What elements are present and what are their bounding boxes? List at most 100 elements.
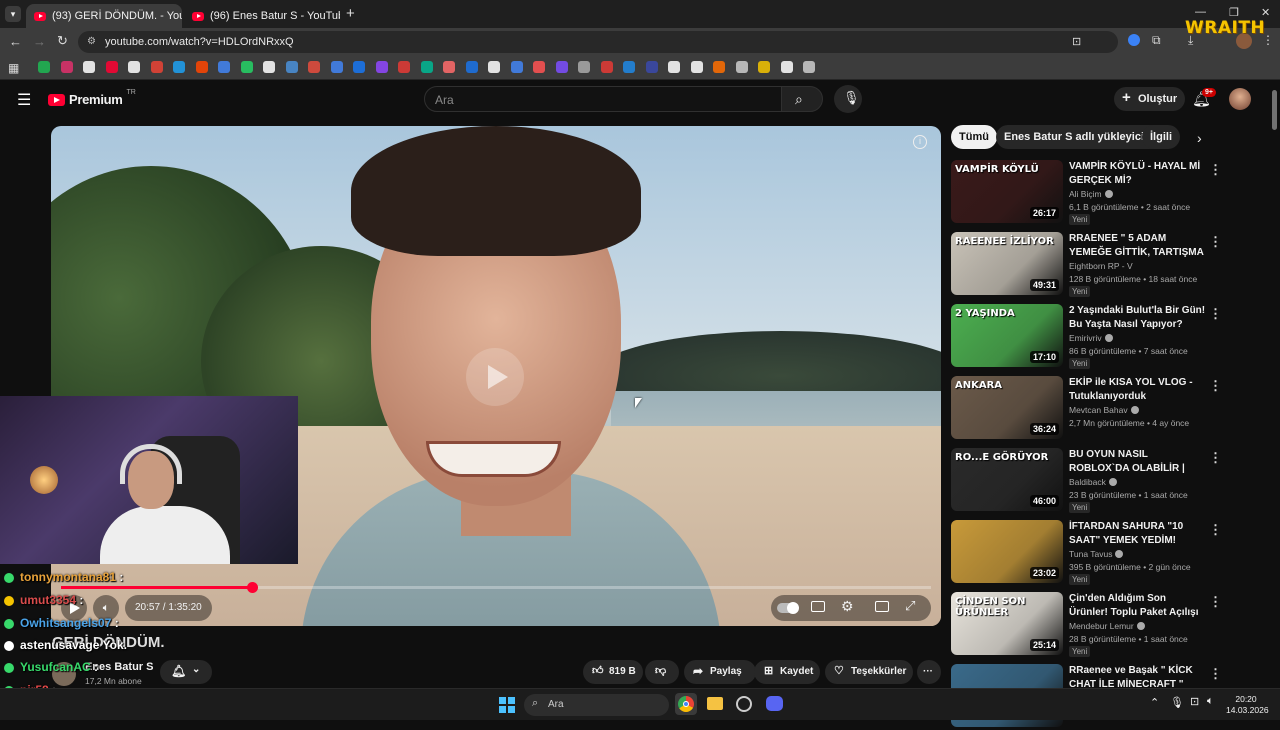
bookmark-favicon-icon[interactable]: [420, 61, 433, 73]
related-video-title[interactable]: RRAENEE " 5 ADAM YEMEĞE GİTTİK, TARTIŞMA…: [1069, 232, 1207, 260]
bookmark-favicon-icon[interactable]: [533, 61, 545, 73]
chip-related[interactable]: İlgili: [1142, 125, 1180, 149]
related-video-title[interactable]: VAMPİR KÖYLÜ - HAYAL Mİ GERÇEK Mİ?: [1069, 160, 1207, 187]
address-bar[interactable]: ⚙ youtube.com/watch?v=HDLOrdNRxxQ ⊡: [78, 31, 1118, 53]
search-input[interactable]: Ara: [424, 86, 782, 112]
bookmark-favicon-icon[interactable]: [735, 61, 748, 73]
more-vert-icon[interactable]: ⋮: [1209, 450, 1222, 466]
bookmark-favicon-icon[interactable]: [555, 61, 568, 73]
tray-chevron-icon[interactable]: ⌃: [1150, 696, 1159, 709]
miniplayer-icon[interactable]: [875, 601, 889, 612]
back-icon[interactable]: ←: [9, 34, 22, 49]
extension-icon[interactable]: [1128, 34, 1140, 46]
search-button[interactable]: ⌕: [781, 86, 823, 112]
bookmark-favicon-icon[interactable]: [758, 61, 770, 73]
forward-icon[interactable]: →: [33, 34, 46, 49]
bookmark-favicon-icon[interactable]: [600, 61, 613, 73]
more-vert-icon[interactable]: ⋮: [1209, 306, 1222, 322]
share-button[interactable]: ➦ Paylaş: [684, 660, 756, 684]
bookmark-favicon-icon[interactable]: [465, 61, 478, 73]
like-button[interactable]: 👍︎ 819 B: [583, 660, 643, 684]
more-actions-button[interactable]: ···: [917, 660, 941, 684]
tray-network-icon[interactable]: ⊡: [1190, 695, 1199, 708]
more-vert-icon[interactable]: ⋮: [1209, 378, 1222, 394]
related-video-title[interactable]: BU OYUN NASIL ROBLOX`DA OLABİLİR | Mulbe…: [1069, 448, 1207, 476]
windows-start-icon[interactable]: [499, 697, 515, 713]
dislike-button[interactable]: 👎︎: [645, 660, 679, 684]
page-scrollbar[interactable]: [1272, 90, 1277, 130]
bookmark-favicon-icon[interactable]: [60, 61, 73, 73]
related-video-title[interactable]: İFTARDAN SAHURA "10 SAAT" YEMEK YEDİM!: [1069, 520, 1207, 547]
settings-gear-icon[interactable]: ⚙: [841, 598, 854, 615]
browser-tab-active[interactable]: (93) GERİ DÖNDÜM. - YouTube ✕: [26, 4, 182, 28]
related-video-channel[interactable]: Tuna Tavus: [1069, 549, 1124, 559]
tab-search-icon[interactable]: ▾: [5, 6, 21, 22]
video-thumbnail[interactable]: 23:02: [951, 520, 1063, 583]
more-vert-icon[interactable]: ⋮: [1209, 666, 1222, 682]
related-video-item[interactable]: 2 YAŞINDA 17:10 2 Yaşındaki Bulut'la Bir G…: [951, 304, 1271, 370]
related-video-item[interactable]: ÇİNDEN SON ÜRÜNLER 25:14 Çin'den Aldığım S…: [951, 592, 1271, 658]
apps-grid-icon[interactable]: ▦: [8, 61, 19, 75]
more-vert-icon[interactable]: ⋮: [1209, 234, 1222, 250]
bookmark-favicon-icon[interactable]: [173, 61, 185, 73]
bookmark-favicon-icon[interactable]: [308, 61, 320, 73]
bookmark-favicon-icon[interactable]: [353, 61, 365, 73]
subtitles-icon[interactable]: [811, 601, 825, 612]
video-thumbnail[interactable]: ÇİNDEN SON ÜRÜNLER 25:14: [951, 592, 1063, 655]
thanks-button[interactable]: ♡ Teşekkürler: [825, 660, 913, 684]
create-button[interactable]: + Oluştur: [1114, 87, 1186, 111]
bookmark-favicon-icon[interactable]: [240, 61, 253, 73]
extensions-puzzle-icon[interactable]: ⧉: [1152, 33, 1161, 48]
related-video-item[interactable]: VAMPİR KÖYLÜ 26:17 VAMPİR KÖYLÜ - HAYAL Mİ…: [951, 160, 1271, 226]
bookmark-favicon-icon[interactable]: [713, 61, 725, 73]
bookmark-favicon-icon[interactable]: [398, 61, 410, 73]
bookmark-favicon-icon[interactable]: [645, 61, 658, 73]
bookmark-favicon-icon[interactable]: [83, 61, 95, 73]
notifications-button[interactable]: 🔔︎ 9+: [1192, 88, 1216, 109]
browser-tab[interactable]: (96) Enes Batur S - YouTube ✕: [184, 4, 340, 28]
bookmark-favicon-icon[interactable]: [780, 61, 793, 73]
bookmark-favicon-icon[interactable]: [578, 61, 590, 73]
taskbar-search[interactable]: ⌕ Ara: [524, 694, 669, 716]
related-video-title[interactable]: 2 Yaşındaki Bulut'la Bir Gün! Bu Yaşta N…: [1069, 304, 1207, 331]
video-thumbnail[interactable]: RAEENEE İZLİYOR 49:31: [951, 232, 1063, 295]
bookmark-favicon-icon[interactable]: [330, 61, 343, 73]
file-explorer-icon[interactable]: [707, 697, 723, 710]
bookmark-favicon-icon[interactable]: [690, 61, 703, 73]
bookmark-favicon-icon[interactable]: [510, 61, 523, 73]
related-video-channel[interactable]: Baldiback: [1069, 477, 1117, 487]
bookmark-favicon-icon[interactable]: [218, 61, 230, 73]
bookmark-favicon-icon[interactable]: [150, 61, 163, 73]
hamburger-menu-icon[interactable]: ☰: [17, 90, 31, 110]
related-video-title[interactable]: Çin'den Aldığım Son Ürünler! Toplu Paket…: [1069, 592, 1207, 619]
related-video-title[interactable]: EKİP ile KISA YOL VLOG - Tutuklanıyorduk: [1069, 376, 1207, 403]
tray-microphone-icon[interactable]: 🎙︎: [1170, 696, 1184, 709]
related-video-item[interactable]: RAEENEE İZLİYOR 49:31 RRAENEE " 5 ADAM YEM…: [951, 232, 1271, 298]
related-video-channel[interactable]: Mendebur Lemur: [1069, 621, 1145, 631]
discord-taskbar-icon[interactable]: [766, 696, 783, 711]
bookmark-favicon-icon[interactable]: [803, 61, 815, 73]
more-vert-icon[interactable]: ⋮: [1209, 162, 1222, 178]
subscribed-bell-button[interactable]: 🔔︎ ⌄: [160, 660, 212, 684]
related-video-channel[interactable]: Mevtcan Bahav: [1069, 405, 1139, 415]
reload-icon[interactable]: ↻: [57, 33, 68, 49]
progress-track[interactable]: [61, 582, 931, 593]
related-video-channel[interactable]: Ali Biçim: [1069, 189, 1113, 199]
save-button[interactable]: ⊞ Kaydet: [754, 660, 820, 684]
install-app-icon[interactable]: ⊡: [1072, 35, 1081, 48]
bookmark-favicon-icon[interactable]: [38, 61, 50, 73]
voice-search-button[interactable]: 🎙︎: [834, 85, 862, 113]
video-thumbnail[interactable]: 2 YAŞINDA 17:10: [951, 304, 1063, 367]
bookmark-favicon-icon[interactable]: [105, 61, 118, 73]
related-video-item[interactable]: 23:02 İFTARDAN SAHURA "10 SAAT" YEMEK YED…: [951, 520, 1271, 586]
video-thumbnail[interactable]: RO...E GÖRÜYOR 46:00: [951, 448, 1063, 511]
related-video-channel[interactable]: Emirivriv: [1069, 333, 1113, 343]
bookmark-favicon-icon[interactable]: [128, 61, 140, 73]
related-video-item[interactable]: RO...E GÖRÜYOR 46:00 BU OYUN NASIL ROBLOX`…: [951, 448, 1271, 514]
site-info-icon[interactable]: ⚙: [87, 36, 96, 47]
tray-volume-icon[interactable]: 🔈︎: [1207, 695, 1214, 708]
more-vert-icon[interactable]: ⋮: [1209, 594, 1222, 610]
taskbar-clock[interactable]: 20:20 14.03.2026: [1226, 694, 1269, 716]
bookmark-favicon-icon[interactable]: [443, 61, 455, 73]
bookmark-favicon-icon[interactable]: [623, 61, 635, 73]
